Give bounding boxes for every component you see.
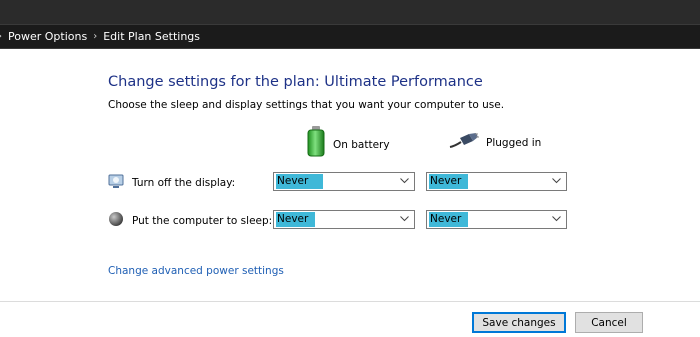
page-subtitle: Choose the sleep and display settings th…	[108, 99, 505, 111]
display-on-battery-value: Never	[276, 174, 323, 189]
page-title: Change settings for the plan: Ultimate P…	[108, 74, 483, 90]
breadcrumb-separator: ›	[0, 31, 8, 42]
footer-divider	[0, 301, 700, 302]
power-plug-icon	[449, 133, 479, 152]
column-header-plugged-in: Plugged in	[449, 133, 541, 152]
column-label-plugged-in: Plugged in	[486, 136, 542, 149]
chevron-down-icon	[551, 212, 561, 226]
monitor-icon	[108, 173, 124, 192]
breadcrumb-separator: ›	[93, 31, 98, 42]
breadcrumb-item-power-options[interactable]: Power Options	[8, 30, 87, 43]
setting-label-computer-sleep: Put the computer to sleep:	[132, 214, 273, 227]
column-label-on-battery: On battery	[333, 139, 390, 151]
advanced-power-settings-link[interactable]: Change advanced power settings	[108, 265, 284, 277]
display-plugged-in-value: Never	[429, 174, 468, 189]
display-plugged-in-select[interactable]: Never	[426, 172, 567, 191]
chevron-down-icon	[551, 174, 561, 188]
column-header-on-battery: On battery	[306, 126, 390, 160]
sleep-moon-icon	[108, 211, 124, 230]
save-changes-button[interactable]: Save changes	[472, 312, 566, 333]
sleep-on-battery-select[interactable]: Never	[273, 210, 415, 229]
address-bar[interactable]: › Power Options › Edit Plan Settings	[0, 24, 700, 49]
sleep-plugged-in-value: Never	[429, 212, 468, 227]
setting-row-sleep-label: Put the computer to sleep:	[108, 211, 272, 230]
chevron-down-icon	[399, 212, 409, 226]
battery-icon	[306, 126, 326, 160]
sleep-plugged-in-select[interactable]: Never	[426, 210, 567, 229]
cancel-button[interactable]: Cancel	[575, 312, 643, 333]
setting-label-turn-off-display: Turn off the display:	[132, 176, 236, 189]
sleep-on-battery-value: Never	[276, 212, 315, 227]
setting-row-display-label: Turn off the display:	[108, 173, 235, 192]
display-on-battery-select[interactable]: Never	[273, 172, 415, 191]
chevron-down-icon	[399, 174, 409, 188]
breadcrumb-item-edit-plan-settings[interactable]: Edit Plan Settings	[103, 30, 200, 43]
window-title-bar	[0, 0, 700, 24]
